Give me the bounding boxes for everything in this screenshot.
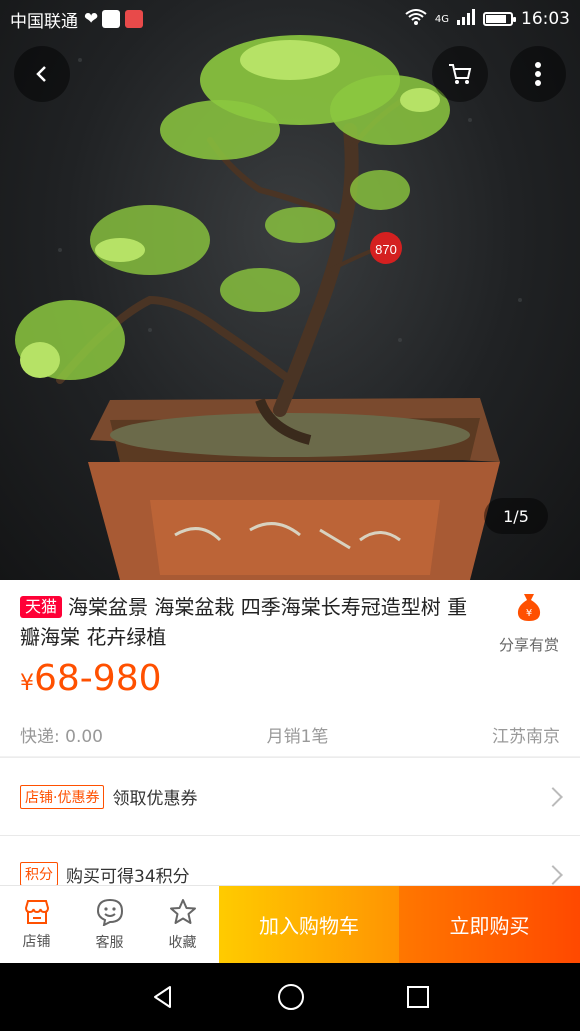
shipping-fee: 快递: 0.00 bbox=[20, 727, 103, 747]
share-label: 分享有赏 bbox=[498, 636, 559, 654]
monthly-sales: 月销1笔 bbox=[266, 727, 329, 747]
chevron-right-icon bbox=[543, 865, 563, 885]
status-bar: 中国联通 ❤ 4G 16:03 bbox=[0, 0, 580, 38]
bonsai-photo: 870 bbox=[15, 35, 522, 580]
chevron-right-icon bbox=[543, 786, 563, 807]
shop-label: 店铺 bbox=[22, 933, 51, 950]
action-bar: 店铺 客服 收藏 加入购物车 立即购买 bbox=[0, 885, 580, 963]
star-icon bbox=[169, 898, 196, 924]
currency-symbol: ¥ bbox=[20, 671, 34, 696]
cart-button[interactable] bbox=[432, 46, 488, 102]
back-triangle-icon[interactable] bbox=[150, 984, 176, 1010]
shop-icon bbox=[24, 899, 49, 924]
add-to-cart-button[interactable]: 加入购物车 bbox=[219, 886, 399, 963]
price-value: 68-980 bbox=[34, 658, 162, 699]
more-icon bbox=[535, 62, 541, 86]
recents-square-icon[interactable] bbox=[406, 985, 430, 1009]
product-image[interactable]: 870 中国联通 ❤ 4G 16:03 1/5 bbox=[0, 0, 580, 580]
app-icon bbox=[125, 10, 144, 28]
buy-now-button[interactable]: 立即购买 bbox=[399, 886, 580, 963]
image-page-indicator: 1/5 bbox=[484, 498, 548, 534]
coupon-tag: 店铺·优惠券 bbox=[20, 784, 105, 809]
product-title: 海棠盆景 海棠盆栽 四季海棠长寿冠造型树 重瓣海棠 花卉绿植 bbox=[20, 595, 468, 649]
svg-text:¥: ¥ bbox=[526, 608, 532, 619]
wifi-icon bbox=[405, 8, 427, 30]
tmall-badge: 天猫 bbox=[20, 596, 63, 618]
service-icon bbox=[96, 898, 123, 926]
product-title-block: 天猫 海棠盆景 海棠盆栽 四季海棠长寿冠造型树 重瓣海棠 花卉绿植 bbox=[20, 592, 480, 652]
points-tag: 积分 bbox=[20, 862, 58, 886]
coupon-row[interactable]: 店铺·优惠券 领取优惠券 bbox=[0, 757, 580, 835]
battery-icon bbox=[483, 12, 516, 26]
favorite-button[interactable]: 收藏 bbox=[146, 886, 219, 963]
home-circle-icon[interactable] bbox=[277, 983, 305, 1011]
network-type: 4G bbox=[434, 13, 449, 25]
carrier-name: 中国联通 bbox=[10, 11, 78, 32]
app-icon bbox=[102, 10, 121, 28]
cart-icon bbox=[449, 64, 472, 84]
shop-button[interactable]: 店铺 bbox=[0, 886, 73, 963]
back-button[interactable] bbox=[14, 46, 70, 102]
customer-service-button[interactable]: 客服 bbox=[73, 886, 146, 963]
product-info: 天猫 海棠盆景 海棠盆栽 四季海棠长寿冠造型树 重瓣海棠 花卉绿植 ¥ 分享有赏 … bbox=[0, 580, 580, 756]
coupon-label: 领取优惠券 bbox=[112, 789, 198, 809]
points-row[interactable]: 积分 购买可得34积分 bbox=[0, 836, 580, 887]
price: ¥68-980 bbox=[20, 658, 162, 699]
share-button[interactable]: ¥ 分享有赏 bbox=[494, 592, 564, 655]
service-label: 客服 bbox=[95, 934, 124, 951]
clock: 16:03 bbox=[521, 9, 570, 29]
ship-location: 江苏南京 bbox=[492, 727, 560, 747]
money-bag-icon: ¥ bbox=[517, 594, 541, 621]
signal-icon bbox=[457, 8, 475, 30]
pot-tag: 870 bbox=[375, 242, 397, 257]
more-button[interactable] bbox=[510, 46, 566, 102]
heart-icon: ❤ bbox=[84, 9, 99, 29]
product-meta: 快递: 0.00 月销1笔 江苏南京 bbox=[20, 722, 560, 747]
favorite-label: 收藏 bbox=[168, 934, 197, 951]
system-nav-bar bbox=[0, 963, 580, 1031]
back-icon bbox=[36, 66, 46, 82]
points-label: 购买可得34积分 bbox=[66, 867, 190, 887]
